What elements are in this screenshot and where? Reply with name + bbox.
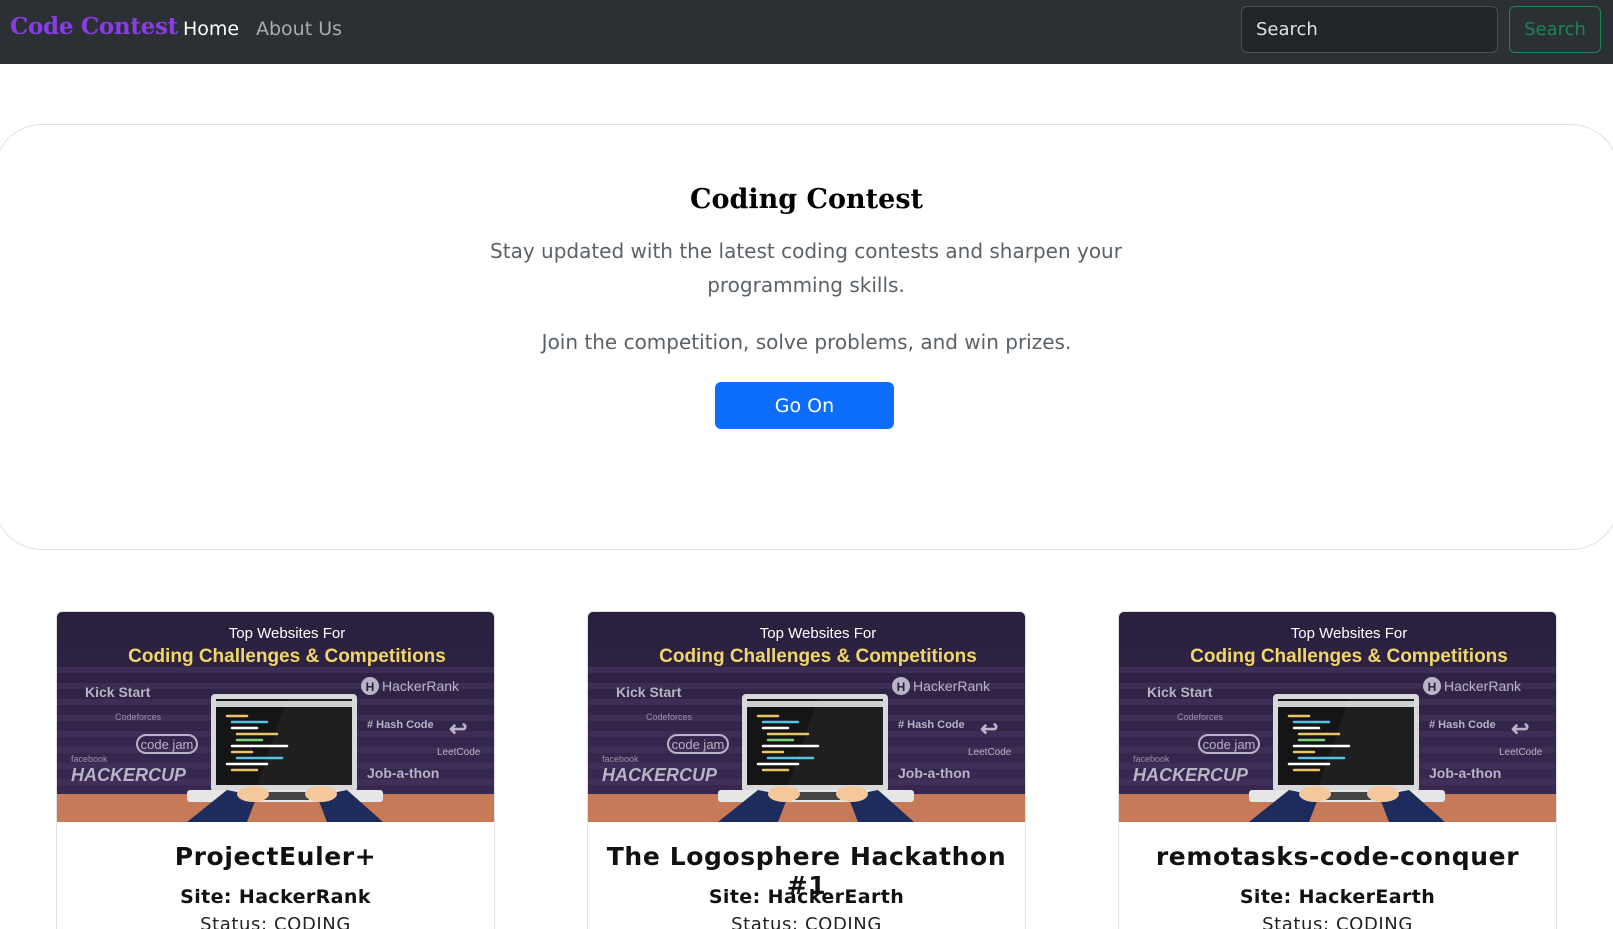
hero-lead-text: Stay updated with the latest coding cont… — [490, 239, 1122, 297]
svg-text:HackerRank: HackerRank — [382, 678, 460, 694]
svg-text:Coding Challenges & Competitio: Coding Challenges & Competitions — [128, 646, 446, 667]
svg-text:facebook: facebook — [71, 754, 108, 764]
svg-text:Codeforces: Codeforces — [1177, 712, 1224, 722]
svg-text:code jam: code jam — [141, 737, 194, 752]
svg-text:code jam: code jam — [672, 737, 725, 752]
svg-text:↩: ↩ — [1511, 716, 1529, 741]
svg-text:# Hash Code: # Hash Code — [1429, 719, 1496, 731]
svg-text:Top Websites For: Top Websites For — [1291, 625, 1407, 642]
search-input[interactable] — [1241, 6, 1498, 53]
svg-text:# Hash Code: # Hash Code — [898, 719, 965, 731]
svg-text:Job-a-thon: Job-a-thon — [367, 765, 439, 781]
svg-text:HACKERCUP: HACKERCUP — [1133, 765, 1249, 785]
search-button[interactable]: Search — [1509, 6, 1601, 53]
card-site: Site: HackerEarth — [1239, 886, 1436, 908]
svg-text:Job-a-thon: Job-a-thon — [1429, 765, 1501, 781]
contest-banner-image: Top Websites For Coding Challenges & Com… — [1119, 612, 1556, 822]
svg-text:Codeforces: Codeforces — [115, 712, 162, 722]
svg-text:↩: ↩ — [980, 716, 998, 741]
svg-text:HACKERCUP: HACKERCUP — [602, 765, 718, 785]
brand-logo[interactable]: Code Contest — [10, 13, 178, 40]
svg-text:Kick Start: Kick Start — [616, 684, 682, 700]
svg-text:facebook: facebook — [602, 754, 639, 764]
svg-text:Top Websites For: Top Websites For — [760, 625, 876, 642]
card-site: Site: HackerEarth — [708, 886, 905, 908]
svg-text:facebook: facebook — [1133, 754, 1170, 764]
svg-text:HACKERCUP: HACKERCUP — [71, 765, 187, 785]
contest-card[interactable]: Top Websites For Coding Challenges & Com… — [1118, 611, 1557, 929]
svg-text:Coding Challenges & Competitio: Coding Challenges & Competitions — [1190, 646, 1508, 667]
card-title: ProjectEuler+ — [174, 842, 377, 871]
svg-text:Codeforces: Codeforces — [646, 712, 693, 722]
contest-banner-image: Top Websites For Coding Challenges & Com… — [588, 612, 1025, 822]
hero-title: Coding Contest — [690, 184, 923, 215]
svg-text:Coding Challenges & Competitio: Coding Challenges & Competitions — [659, 646, 977, 667]
card-title: remotasks-code-conquer — [1155, 842, 1520, 871]
svg-text:LeetCode: LeetCode — [968, 747, 1012, 758]
card-status: Status: CODING — [1262, 914, 1413, 929]
contest-banner-image: Top Websites For Coding Challenges & Com… — [57, 612, 494, 822]
card-status: Status: CODING — [731, 914, 882, 929]
svg-text:LeetCode: LeetCode — [437, 747, 481, 758]
svg-text:LeetCode: LeetCode — [1499, 747, 1543, 758]
svg-text:# Hash Code: # Hash Code — [367, 719, 434, 731]
svg-text:HackerRank: HackerRank — [913, 678, 991, 694]
card-site: Site: HackerRank — [180, 886, 371, 908]
svg-text:Job-a-thon: Job-a-thon — [898, 765, 970, 781]
svg-text:↩: ↩ — [449, 716, 467, 741]
svg-text:H: H — [897, 680, 906, 694]
contest-card[interactable]: Top Websites For Coding Challenges & Com… — [587, 611, 1026, 929]
svg-text:H: H — [366, 680, 375, 694]
svg-text:Top Websites For: Top Websites For — [229, 625, 345, 642]
nav-link-home[interactable]: Home — [183, 18, 239, 40]
svg-text:H: H — [1428, 680, 1437, 694]
svg-text:HackerRank: HackerRank — [1444, 678, 1522, 694]
navbar: Code Contest Home About Us Search — [0, 0, 1613, 64]
svg-text:code jam: code jam — [1203, 737, 1256, 752]
contest-card[interactable]: Top Websites For Coding Challenges & Com… — [56, 611, 495, 929]
svg-text:Kick Start: Kick Start — [1147, 684, 1213, 700]
svg-text:Kick Start: Kick Start — [85, 684, 151, 700]
hero-sub-text: Join the competition, solve problems, an… — [541, 330, 1072, 354]
card-status: Status: CODING — [200, 914, 351, 929]
nav-link-about-us[interactable]: About Us — [256, 18, 342, 40]
go-on-button[interactable]: Go On — [715, 382, 894, 429]
